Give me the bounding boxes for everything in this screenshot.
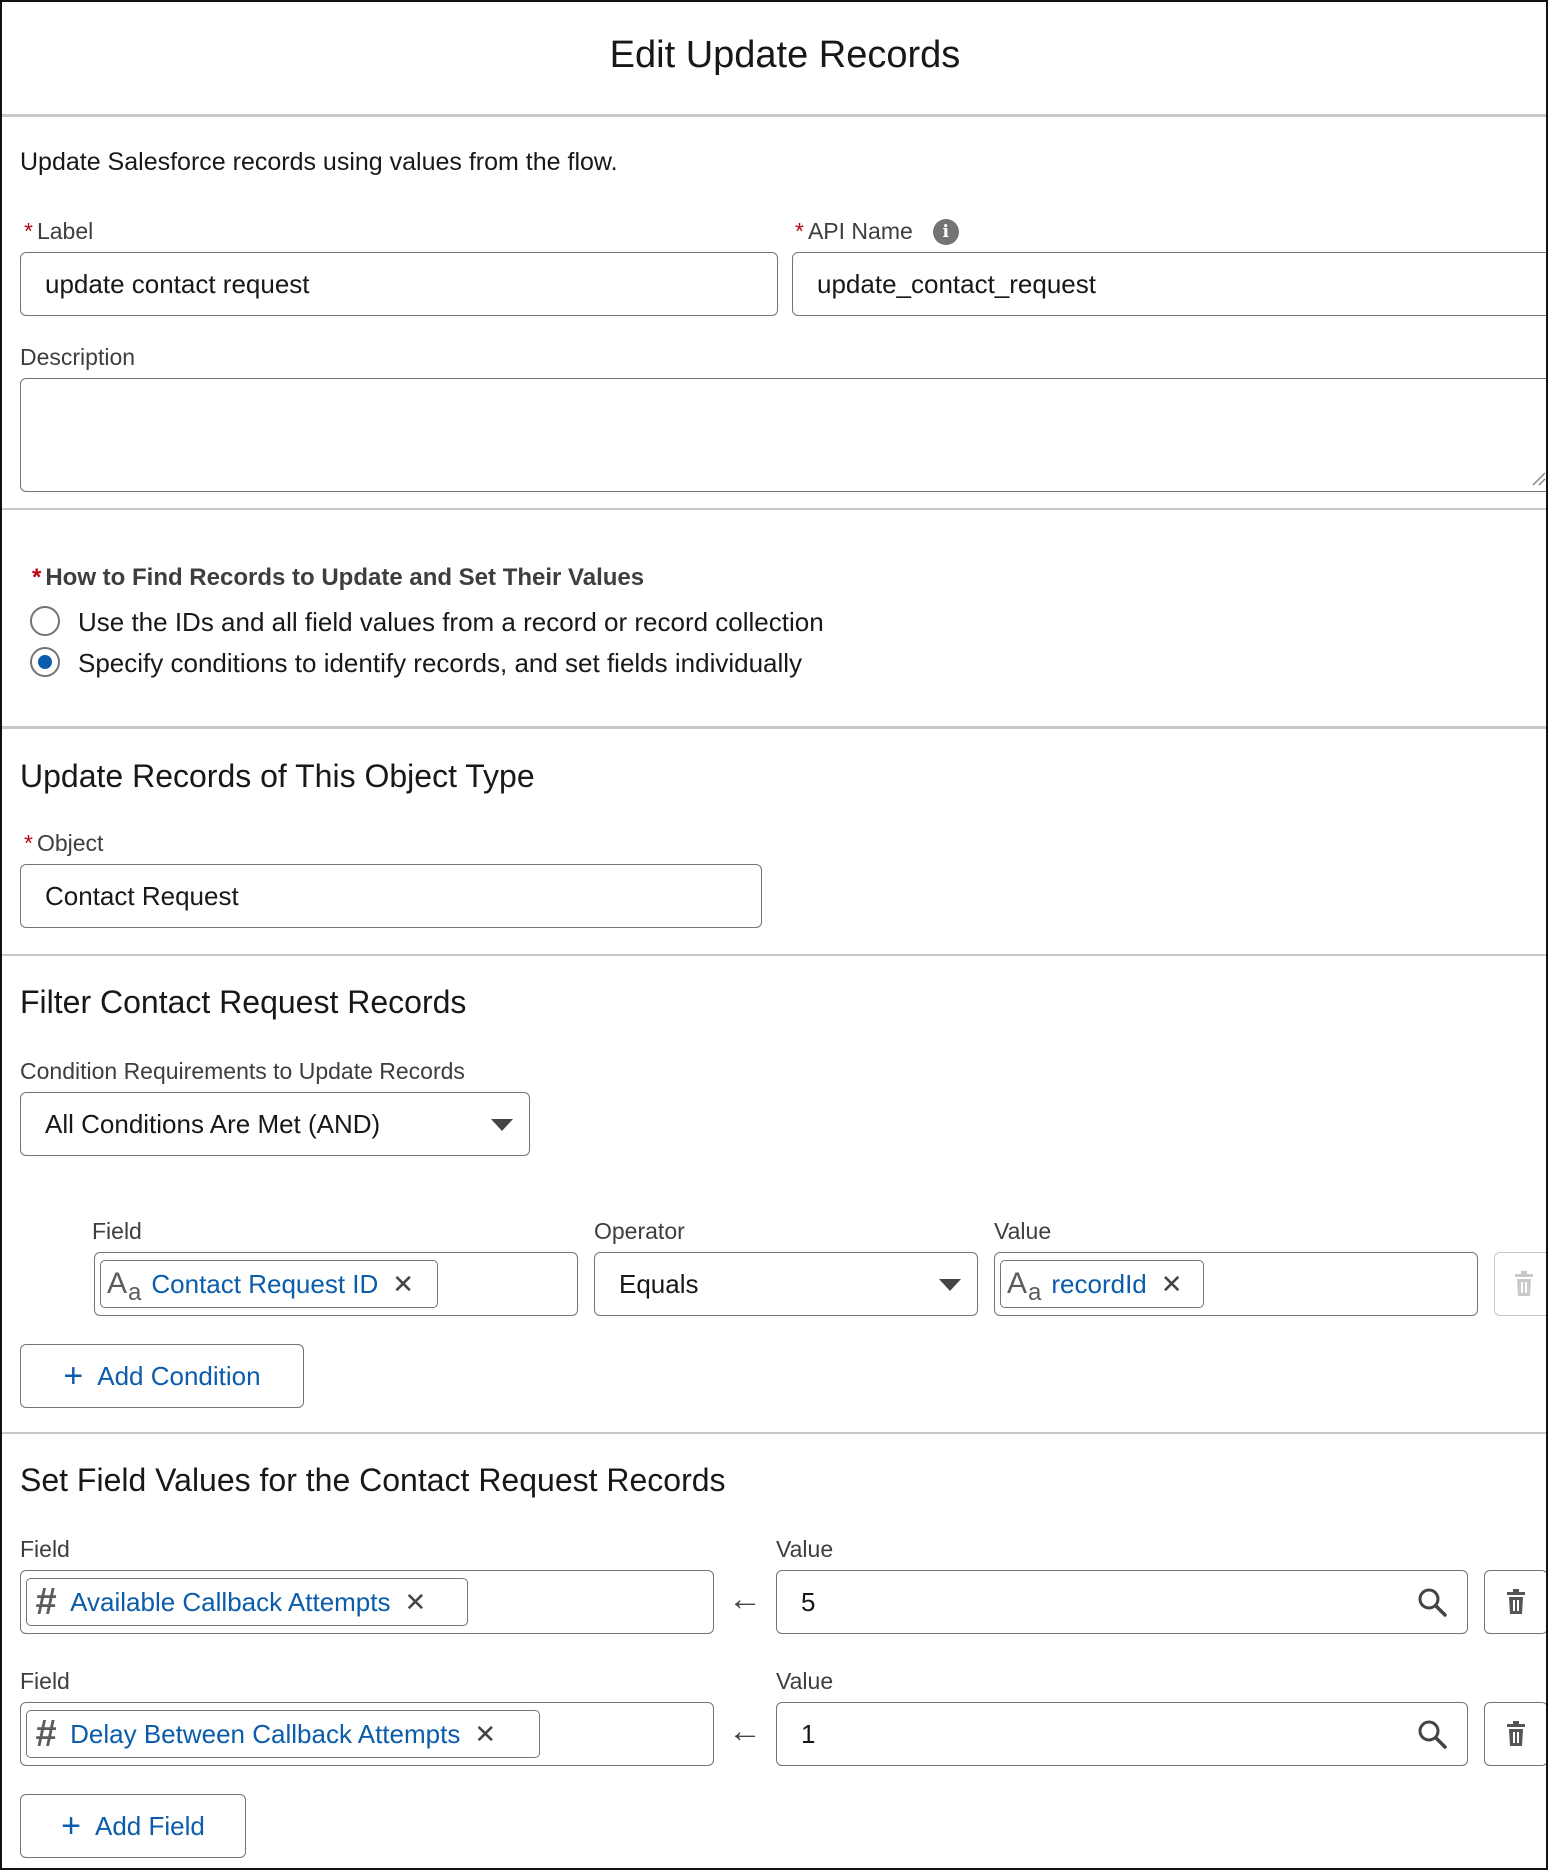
field-column-header: Field (92, 1218, 142, 1244)
radio-use-ids-label: Use the IDs and all field values from a … (78, 607, 824, 637)
section-divider (2, 508, 1546, 510)
text-type-icon: Aa (1007, 1267, 1042, 1306)
resize-handle-icon[interactable] (1529, 469, 1547, 487)
dialog-description: Update Salesforce records using values f… (20, 148, 618, 176)
object-field-label: * Object (24, 830, 104, 856)
search-icon[interactable] (1417, 1719, 1447, 1749)
description-field-label: Description (20, 344, 136, 370)
delete-field-button[interactable] (1484, 1702, 1546, 1766)
section-divider (2, 726, 1546, 729)
object-input[interactable]: Contact Request (20, 864, 762, 928)
dialog-title: Edit Update Records (609, 34, 961, 76)
text-type-icon: Aa (107, 1267, 142, 1306)
required-marker: * (795, 218, 804, 244)
field-pill[interactable]: # Available Callback Attempts ✕ (26, 1578, 468, 1626)
close-icon[interactable]: ✕ (474, 1719, 496, 1750)
value-label: Value (776, 1536, 834, 1562)
description-textarea[interactable] (20, 378, 1547, 492)
required-marker: * (32, 564, 42, 591)
value-input[interactable]: 1 (776, 1702, 1468, 1766)
radio-specify-conditions-label: Specify conditions to identify records, … (78, 648, 803, 678)
delete-field-button[interactable] (1484, 1570, 1546, 1634)
value-input[interactable]: 5 (776, 1570, 1468, 1634)
header-divider (2, 114, 1546, 117)
arrow-left-icon: ← (728, 1712, 762, 1750)
info-icon[interactable]: i (932, 218, 959, 245)
value-column-header: Value (994, 1218, 1052, 1244)
delete-condition-button[interactable] (1494, 1252, 1546, 1316)
label-input[interactable]: update contact request (20, 252, 778, 316)
required-marker: * (24, 830, 33, 856)
field-label: Field (20, 1668, 70, 1694)
chevron-down-icon (491, 1119, 513, 1131)
condition-requirements-select[interactable]: All Conditions Are Met (AND) (20, 1092, 530, 1156)
edit-update-records-dialog: Edit Update Records Update Salesforce re… (0, 0, 1548, 1870)
condition-field-pill[interactable]: Aa Contact Request ID ✕ (100, 1260, 438, 1308)
close-icon[interactable]: ✕ (405, 1587, 427, 1618)
radio-specify-conditions[interactable] (30, 647, 60, 677)
plus-icon: + (61, 1806, 81, 1845)
add-field-button[interactable]: + Add Field (20, 1794, 246, 1858)
arrow-left-icon: ← (728, 1580, 762, 1618)
close-icon[interactable]: ✕ (1161, 1269, 1183, 1300)
number-type-icon: # (35, 1712, 57, 1755)
object-section-heading: Update Records of This Object Type (20, 758, 535, 794)
filter-section-heading: Filter Contact Request Records (20, 984, 467, 1020)
value-label: Value (776, 1668, 834, 1694)
plus-icon: + (63, 1356, 84, 1395)
required-marker: * (24, 218, 33, 244)
number-type-icon: # (35, 1580, 57, 1623)
field-label: Field (20, 1536, 70, 1562)
search-icon[interactable] (1417, 1587, 1447, 1617)
api-name-input[interactable]: update_contact_request (792, 252, 1546, 316)
trash-icon (1507, 1721, 1525, 1746)
set-values-section-heading: Set Field Values for the Contact Request… (20, 1462, 726, 1498)
operator-column-header: Operator (594, 1218, 685, 1244)
field-pill[interactable]: # Delay Between Callback Attempts ✕ (26, 1710, 540, 1758)
trash-icon (1507, 1589, 1525, 1614)
api-name-field-label: * API Name i (795, 218, 959, 245)
section-divider (2, 954, 1546, 956)
find-records-label: * How to Find Records to Update and Set T… (32, 564, 645, 591)
add-condition-button[interactable]: + Add Condition (20, 1344, 304, 1408)
label-field-label: * Label (24, 218, 94, 244)
radio-use-ids[interactable] (30, 606, 60, 636)
operator-select[interactable]: Equals (594, 1252, 978, 1316)
condition-value-pill[interactable]: Aa recordId ✕ (1000, 1260, 1204, 1308)
trash-icon (1515, 1271, 1533, 1296)
section-divider (2, 1432, 1546, 1434)
close-icon[interactable]: ✕ (392, 1269, 414, 1300)
condition-requirements-label: Condition Requirements to Update Records (20, 1058, 465, 1084)
chevron-down-icon (939, 1279, 961, 1291)
